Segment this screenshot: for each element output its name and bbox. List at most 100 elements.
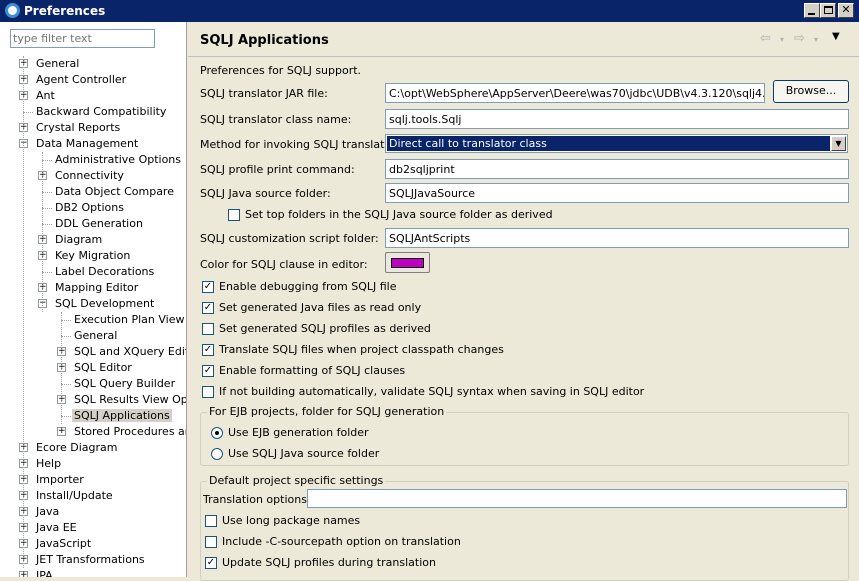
tree-item[interactable]: Ecore Diagram bbox=[34, 440, 120, 456]
minimize-button[interactable] bbox=[804, 3, 820, 18]
tree-item[interactable]: Install/Update bbox=[34, 488, 115, 504]
tree-item-label: Diagram bbox=[55, 233, 103, 246]
tree-item[interactable]: JPA bbox=[34, 568, 55, 577]
tree-item-label: Crystal Reports bbox=[36, 121, 121, 134]
tree-item[interactable]: SQL Development bbox=[53, 296, 156, 312]
class-name-label: SQLJ translator class name: bbox=[200, 113, 352, 126]
tree-item[interactable]: SQL Query Builder bbox=[72, 376, 177, 392]
tree-item[interactable]: Administrative Options bbox=[53, 152, 183, 168]
tree-item[interactable]: Data Object Compare bbox=[53, 184, 176, 200]
ejb-group-title: For EJB projects, folder for SQLJ genera… bbox=[207, 405, 447, 418]
tree-item[interactable]: Importer bbox=[34, 472, 86, 488]
color-label: Color for SQLJ clause in editor: bbox=[200, 258, 368, 271]
tree-item[interactable]: Ant bbox=[34, 88, 57, 104]
tree-item[interactable]: Data Management bbox=[34, 136, 140, 152]
page-title: SQLJ Applications bbox=[200, 33, 329, 48]
tree-item-label: Ant bbox=[36, 89, 55, 102]
tree-item-label: Agent Controller bbox=[36, 73, 127, 86]
back-dropdown-icon[interactable]: ▾ bbox=[780, 35, 784, 44]
tree-item[interactable]: SQL and XQuery Editor bbox=[72, 344, 186, 360]
script-folder-field[interactable]: SQLJAntScripts bbox=[385, 228, 849, 248]
color-swatch bbox=[391, 258, 424, 268]
tree-item-label: Key Migration bbox=[55, 249, 131, 262]
tree-item-label: DB2 Options bbox=[55, 201, 124, 214]
checkbox-box[interactable] bbox=[228, 209, 240, 221]
tree-item-label: Data Management bbox=[36, 137, 139, 150]
tree-connector bbox=[23, 56, 24, 568]
tree-item[interactable]: Help bbox=[34, 456, 63, 472]
tree-item-label: Java EE bbox=[36, 521, 77, 534]
source-folder-label: SQLJ Java source folder: bbox=[200, 187, 331, 200]
tree-item[interactable]: Mapping Editor bbox=[53, 280, 140, 296]
radio-dot[interactable] bbox=[211, 427, 223, 439]
tree-item[interactable]: Crystal Reports bbox=[34, 120, 122, 136]
source-folder-field[interactable]: SQLJJavaSource bbox=[385, 183, 849, 203]
tree-connector bbox=[42, 272, 52, 273]
tree-item-label: Data Object Compare bbox=[55, 185, 174, 198]
jar-field[interactable]: C:\opt\WebSphere\AppServer\Deere\was70\j… bbox=[385, 83, 765, 103]
tree-item[interactable]: SQL Editor bbox=[72, 360, 134, 376]
tree-item[interactable]: SQLJ Applications bbox=[72, 408, 172, 424]
maximize-button[interactable] bbox=[820, 3, 836, 18]
clause-color-button[interactable] bbox=[385, 252, 430, 273]
checkbox-box[interactable] bbox=[205, 515, 217, 527]
tree-item[interactable]: Key Migration bbox=[53, 248, 132, 264]
tree-item[interactable]: DDL Generation bbox=[53, 216, 145, 232]
print-command-label: SQLJ profile print command: bbox=[200, 163, 355, 176]
tree-item[interactable]: Diagram bbox=[53, 232, 104, 248]
view-menu-icon[interactable]: ▼ bbox=[832, 31, 840, 42]
tree-item[interactable]: Backward Compatibility bbox=[34, 104, 168, 120]
print-command-field[interactable]: db2sqljprint bbox=[385, 159, 849, 179]
default-group-title: Default project specific settings bbox=[207, 474, 386, 487]
title-bar: Preferences ✕ bbox=[0, 0, 859, 22]
forward-dropdown-icon[interactable]: ▾ bbox=[814, 35, 818, 44]
tree-item[interactable]: DB2 Options bbox=[53, 200, 126, 216]
tree-connector bbox=[61, 384, 71, 385]
tree-item-label: Java bbox=[36, 505, 60, 518]
option-label: If not building automatically, validate … bbox=[219, 385, 645, 398]
back-arrow-icon[interactable]: ⇦ bbox=[760, 31, 771, 46]
tree-item[interactable]: Label Decorations bbox=[53, 264, 156, 280]
expand-icon[interactable]: + bbox=[57, 427, 66, 436]
checkbox-box[interactable]: ✓ bbox=[202, 344, 214, 356]
tree-item-label: General bbox=[74, 329, 118, 342]
tree-connector bbox=[61, 320, 71, 321]
tree-item[interactable]: Execution Plan View Op bbox=[72, 312, 186, 328]
tree-item-label: Mapping Editor bbox=[55, 281, 139, 294]
checkbox-box[interactable] bbox=[205, 536, 217, 548]
class-name-field[interactable]: sqlj.tools.Sqlj bbox=[385, 109, 849, 129]
checkbox-box[interactable] bbox=[202, 386, 214, 398]
tree-item[interactable]: JET Transformations bbox=[34, 552, 147, 568]
dropdown-arrow-icon[interactable]: ▼ bbox=[831, 136, 846, 151]
tree-item[interactable]: General bbox=[34, 56, 81, 72]
tree-item[interactable]: Connectivity bbox=[53, 168, 126, 184]
translation-options-field[interactable] bbox=[307, 489, 847, 508]
browse-button[interactable]: Browse... bbox=[773, 80, 849, 103]
forward-arrow-icon[interactable]: ⇨ bbox=[794, 31, 805, 46]
checkbox-box[interactable]: ✓ bbox=[202, 281, 214, 293]
tree-item[interactable]: Agent Controller bbox=[34, 72, 128, 88]
tree-item[interactable]: Java EE bbox=[34, 520, 79, 536]
script-folder-label: SQLJ customization script folder: bbox=[200, 232, 379, 245]
tree-item[interactable]: SQL Results View Optio bbox=[72, 392, 186, 408]
checkbox-box[interactable]: ✓ bbox=[205, 557, 217, 569]
tree-item-label: SQL Query Builder bbox=[74, 377, 176, 390]
tree-item[interactable]: Stored Procedures and bbox=[72, 424, 186, 440]
checkbox-box[interactable] bbox=[202, 323, 214, 335]
tree-item[interactable]: Java bbox=[34, 504, 61, 520]
tree-item-label: JET Transformations bbox=[36, 553, 145, 566]
preferences-tree-panel: General+Agent Controller+Ant+Backward Co… bbox=[0, 22, 187, 577]
tree-item[interactable]: JavaScript bbox=[34, 536, 93, 552]
minimize-icon bbox=[808, 13, 815, 15]
checkbox-box[interactable]: ✓ bbox=[202, 365, 214, 377]
filter-input[interactable] bbox=[10, 29, 155, 48]
method-select[interactable]: Direct call to translator class ▼ bbox=[385, 134, 848, 153]
tree-item-label: Importer bbox=[36, 473, 84, 486]
tree-connector bbox=[42, 208, 52, 209]
tree-item[interactable]: General bbox=[72, 328, 119, 344]
expand-icon[interactable]: + bbox=[19, 571, 28, 577]
radio-dot[interactable] bbox=[211, 448, 223, 460]
close-button[interactable]: ✕ bbox=[838, 3, 854, 18]
checkbox-box[interactable]: ✓ bbox=[202, 302, 214, 314]
tree-item-label: SQLJ Applications bbox=[72, 409, 172, 422]
